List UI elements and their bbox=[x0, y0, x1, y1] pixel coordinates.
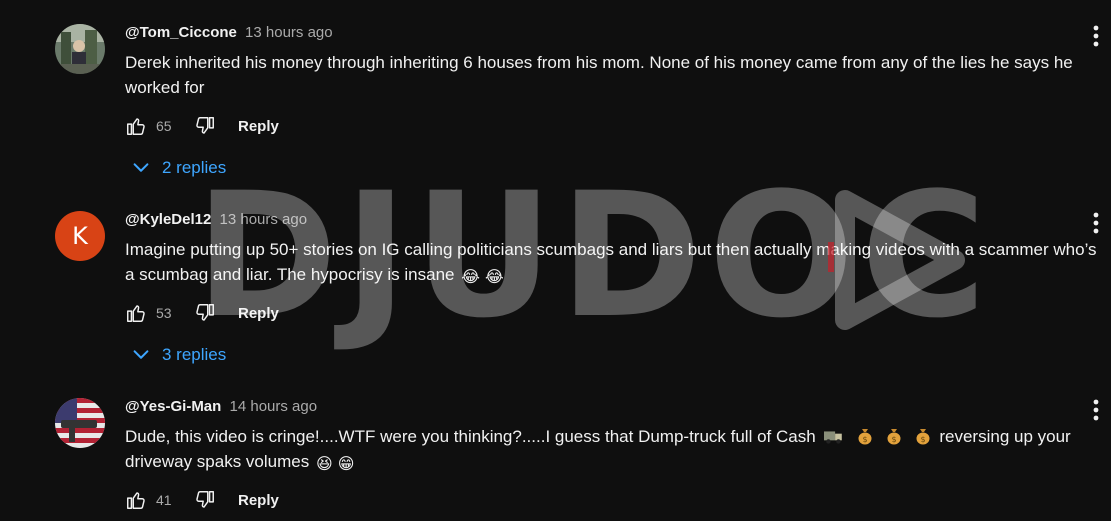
author-name[interactable]: @KyleDel12 bbox=[125, 211, 211, 228]
money-bag-icon: $ bbox=[887, 429, 901, 445]
like-count: 65 bbox=[156, 118, 172, 134]
view-replies-button[interactable]: 3 replies bbox=[130, 344, 226, 366]
comment-header: @KyleDel12 13 hours ago bbox=[125, 211, 307, 228]
grinning-emoji: 😆 😁 bbox=[315, 454, 355, 473]
svg-text:$: $ bbox=[920, 435, 925, 444]
thumbs-up-icon[interactable] bbox=[125, 489, 147, 511]
avatar-letter: K bbox=[72, 222, 88, 250]
comment-text: Imagine putting up 50+ stories on IG cal… bbox=[125, 237, 1105, 289]
comment-header: @Yes-Gi-Man 14 hours ago bbox=[125, 398, 317, 415]
timestamp[interactable]: 13 hours ago bbox=[220, 211, 308, 228]
avatar[interactable] bbox=[55, 24, 105, 74]
like-count: 41 bbox=[156, 492, 172, 508]
comment-text-part1: Dude, this video is cringe!....WTF were … bbox=[125, 427, 816, 446]
timestamp[interactable]: 13 hours ago bbox=[245, 24, 333, 41]
more-options-icon[interactable] bbox=[1086, 398, 1106, 422]
thumbs-down-icon[interactable] bbox=[194, 115, 216, 137]
comment-text: Dude, this video is cringe!....WTF were … bbox=[125, 424, 1105, 476]
comment-actions: 65 Reply bbox=[125, 114, 279, 138]
thumbs-up-icon[interactable] bbox=[125, 302, 147, 324]
comment-text: Derek inherited his money through inheri… bbox=[125, 53, 1073, 97]
reply-button[interactable]: Reply bbox=[238, 492, 279, 509]
more-options-icon[interactable] bbox=[1086, 211, 1106, 235]
thumbs-down-icon[interactable] bbox=[194, 302, 216, 324]
view-replies-button[interactable]: 2 replies bbox=[130, 157, 226, 179]
like-count: 53 bbox=[156, 305, 172, 321]
comments-section: @Tom_Ciccone 13 hours ago Derek inherite… bbox=[0, 0, 1111, 521]
laughing-emoji: 😂 😂 bbox=[461, 267, 504, 286]
svg-text:$: $ bbox=[863, 435, 868, 444]
author-name[interactable]: @Tom_Ciccone bbox=[125, 24, 237, 41]
reply-button[interactable]: Reply bbox=[238, 305, 279, 322]
author-name[interactable]: @Yes-Gi-Man bbox=[125, 398, 221, 415]
comment-header: @Tom_Ciccone 13 hours ago bbox=[125, 24, 333, 41]
photo-avatar-icon bbox=[55, 24, 105, 74]
replies-count-label: 2 replies bbox=[162, 158, 227, 177]
comment-text-body: Imagine putting up 50+ stories on IG cal… bbox=[125, 240, 1097, 284]
timestamp[interactable]: 14 hours ago bbox=[230, 398, 318, 415]
avatar[interactable]: K bbox=[55, 211, 105, 261]
money-bag-icon: $ bbox=[916, 429, 930, 445]
money-bag-icon: $ bbox=[858, 429, 872, 445]
comment-actions: 53 Reply bbox=[125, 301, 279, 325]
reply-button[interactable]: Reply bbox=[238, 118, 279, 135]
chevron-down-icon bbox=[133, 350, 149, 359]
thumbs-down-icon[interactable] bbox=[194, 489, 216, 511]
flag-avatar-icon bbox=[55, 398, 105, 448]
chevron-down-icon bbox=[133, 163, 149, 172]
avatar[interactable] bbox=[55, 398, 105, 448]
replies-count-label: 3 replies bbox=[162, 345, 227, 364]
dump-truck-emoji-icon bbox=[824, 431, 843, 444]
more-options-icon[interactable] bbox=[1086, 24, 1106, 48]
comment-actions: 41 Reply bbox=[125, 488, 279, 512]
thumbs-up-icon[interactable] bbox=[125, 115, 147, 137]
svg-text:$: $ bbox=[891, 435, 896, 444]
